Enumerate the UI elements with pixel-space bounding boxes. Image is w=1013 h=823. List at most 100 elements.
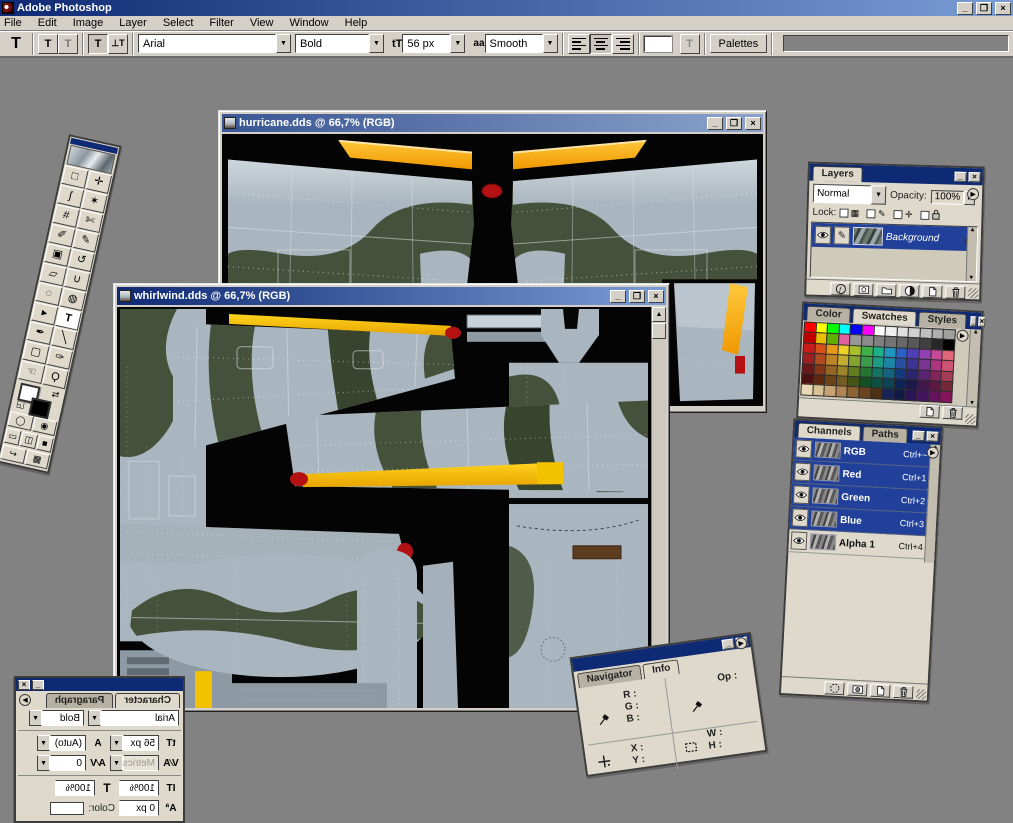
minimize-button[interactable]: _ (610, 290, 626, 303)
button-layer-mask[interactable] (853, 282, 873, 296)
tool-hand[interactable]: ☜ (18, 360, 45, 384)
button-fullscreen[interactable]: ■ (36, 435, 54, 453)
swatch[interactable] (939, 391, 952, 403)
font-style-select[interactable]: Bold ▼ (295, 34, 384, 53)
leading-field[interactable]: (Auto) ▼ (37, 735, 86, 751)
lock-image[interactable]: ✎ (866, 208, 887, 220)
vertical-text-button[interactable]: ⊥T (108, 34, 128, 54)
lock-image-checkbox[interactable] (866, 209, 875, 218)
button-new-channel[interactable] (870, 683, 891, 697)
menu-image[interactable]: Image (73, 17, 104, 29)
create-text-layer-button[interactable]: T (38, 34, 58, 54)
palette-menu-icon[interactable]: ▶ (967, 188, 979, 200)
minimize-button[interactable]: _ (912, 431, 925, 442)
create-text-mask-button[interactable]: T (58, 34, 78, 54)
visibility-toggle[interactable] (794, 462, 811, 481)
visibility-toggle[interactable] (790, 531, 807, 550)
tracking-field[interactable]: 0 ▼ (37, 755, 86, 771)
button-imageready-grid[interactable]: ▦ (24, 450, 50, 470)
button-layer-effects[interactable]: f (830, 282, 850, 296)
horizontal-scale-field[interactable]: 100% (55, 780, 95, 796)
channels-palette[interactable]: Channels Paths _ × RGBCtrl+~RedCtrl+1Gre… (779, 418, 943, 702)
warp-text-button[interactable]: T (680, 34, 700, 54)
layers-palette[interactable]: Layers _ × Normal ▼ Opacity: 100% ▸ ▶ Lo… (804, 162, 985, 302)
font-family-select[interactable]: Arial ▼ (138, 34, 291, 53)
visibility-toggle[interactable] (792, 508, 809, 527)
palette-menu-icon[interactable]: ▶ (19, 694, 31, 706)
resize-grip[interactable] (965, 414, 976, 425)
resize-grip[interactable] (968, 288, 978, 298)
close-button[interactable]: × (926, 431, 939, 442)
menu-edit[interactable]: Edit (38, 17, 57, 29)
minimize-button[interactable]: _ (954, 172, 966, 182)
menu-window[interactable]: Window (290, 17, 329, 29)
vertical-scale-field[interactable]: 100% (119, 780, 159, 796)
tab-character[interactable]: Character (115, 693, 180, 708)
close-button[interactable]: × (648, 290, 664, 303)
lock-all-checkbox[interactable] (920, 211, 929, 220)
close-button[interactable]: × (978, 317, 985, 327)
lock-position[interactable]: ✛ (893, 209, 914, 221)
button-save-selection[interactable] (847, 682, 868, 696)
minimize-button[interactable]: _ (970, 316, 977, 326)
layer-list-scrollbar[interactable]: ▲▼ (966, 227, 978, 281)
menu-view[interactable]: View (250, 17, 274, 29)
button-delete-channel[interactable] (893, 684, 914, 698)
hurricane-titlebar[interactable]: hurricane.dds @ 66,7% (RGB) _ ❐ × (222, 114, 763, 132)
restore-button[interactable]: ❐ (976, 2, 992, 15)
maximize-button[interactable]: ❐ (629, 290, 645, 303)
font-style-select[interactable]: Bold ▼ (29, 710, 84, 726)
button-new-swatch[interactable] (919, 405, 940, 419)
character-palette[interactable]: _ × Character Paragraph ▶ Arial ▼ Bold ▼… (14, 676, 185, 823)
baseline-shift-field[interactable]: 0 px (119, 800, 159, 816)
close-button[interactable]: × (745, 117, 761, 130)
button-delete-layer[interactable] (945, 285, 965, 299)
layer-row-background[interactable]: ✎ Background (812, 223, 978, 252)
align-left-button[interactable] (568, 34, 590, 54)
font-size-select[interactable]: 56 px ▼ (402, 34, 465, 53)
minimize-button[interactable]: _ (32, 680, 44, 690)
character-titlebar[interactable]: _ × (16, 678, 183, 691)
close-button[interactable]: × (995, 2, 1011, 15)
button-load-selection[interactable] (824, 681, 845, 695)
tool-zoom[interactable]: Ϙ (42, 366, 69, 390)
swatches-palette[interactable]: Color Swatches Styles _ × ▲▼ ▶ (796, 301, 984, 427)
button-delete-swatch[interactable] (942, 406, 963, 420)
anti-alias-select[interactable]: Smooth ▼ (485, 34, 558, 53)
font-size-field[interactable]: 56 px ▼ (110, 735, 159, 751)
minimize-button[interactable]: _ (721, 638, 734, 650)
close-button[interactable]: × (18, 680, 30, 690)
lock-all[interactable] (920, 209, 941, 223)
menu-file[interactable]: File (4, 17, 22, 29)
minimize-button[interactable]: _ (707, 117, 723, 130)
button-layer-set[interactable] (876, 283, 896, 297)
lock-transparency[interactable]: ▦ (839, 207, 860, 219)
align-right-button[interactable] (612, 34, 634, 54)
whirlwind-canvas-artwork[interactable]: ▲ ▼ (117, 307, 666, 708)
font-family-select[interactable]: Arial ▼ (88, 710, 179, 726)
button-new-layer[interactable] (922, 284, 942, 298)
blend-mode-select[interactable]: Normal ▼ (813, 184, 887, 205)
button-adjustment-layer[interactable] (899, 284, 919, 298)
close-button[interactable]: × (968, 172, 980, 182)
swap-colors-icon[interactable]: ⇄ (51, 389, 61, 401)
kerning-field[interactable]: Metrics ▼ (110, 755, 159, 771)
lock-transparency-checkbox[interactable] (839, 208, 848, 217)
palettes-button[interactable]: Palettes (710, 34, 768, 53)
tab-paragraph[interactable]: Paragraph (46, 693, 113, 708)
maximize-button[interactable]: ❐ (726, 117, 742, 130)
horizontal-text-button[interactable]: T (88, 34, 108, 54)
menu-select[interactable]: Select (163, 17, 194, 29)
document-window-whirlwind[interactable]: whirlwind.dds @ 66,7% (RGB) _ ❐ × (113, 283, 670, 712)
info-palette[interactable]: _ × Navigator Info ▶ R :G :B : Op : X :Y… (569, 632, 767, 777)
toolbox-palette[interactable]: □✛ʃ✶#✄✐✎▣↺▱∪◌◍▸T✒╲▢✑☜Ϙ ⇄ ◱ ◯◉ ▭◫■ ↪▦ (0, 134, 122, 474)
menu-help[interactable]: Help (345, 17, 368, 29)
button-jump-to-imageready[interactable]: ↪ (0, 444, 26, 464)
minimize-button[interactable]: _ (957, 2, 973, 15)
visibility-toggle[interactable] (815, 226, 831, 244)
lock-position-checkbox[interactable] (893, 210, 902, 219)
menu-layer[interactable]: Layer (119, 17, 147, 29)
menu-filter[interactable]: Filter (209, 17, 233, 29)
align-center-button[interactable] (590, 34, 612, 54)
tab-layers[interactable]: Layers (812, 166, 863, 182)
